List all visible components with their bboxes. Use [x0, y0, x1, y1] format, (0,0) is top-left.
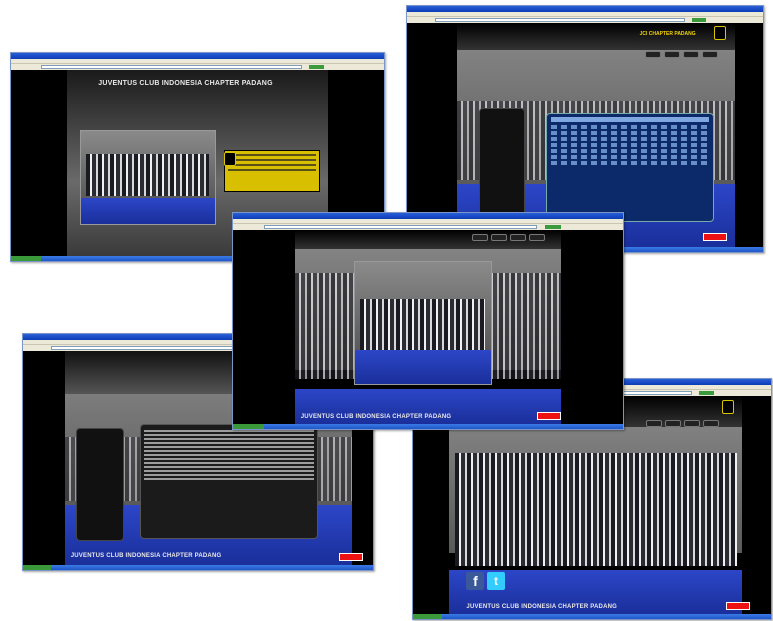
url-input[interactable] [40, 65, 302, 69]
nav-menu[interactable] [644, 51, 718, 58]
start-button[interactable] [23, 565, 51, 570]
photo-floor [80, 197, 215, 224]
facebook-icon[interactable]: f [466, 572, 485, 590]
about-text [139, 423, 318, 540]
info-box [223, 150, 320, 192]
taskbar [23, 565, 373, 570]
nav-menu[interactable] [471, 234, 545, 241]
flag-badge [536, 412, 561, 420]
gallery-stage: JUVENTUS CLUB INDONESIA CHAPTER PADANG [295, 230, 561, 424]
site-header: JCI CHAPTER PADANG [639, 31, 696, 37]
screenshot-gallery: JUVENTUS CLUB INDONESIA CHAPTER PADANG [232, 212, 624, 430]
site-footer: JUVENTUS CLUB INDONESIA CHAPTER PADANG [70, 553, 222, 559]
gallery-photo[interactable] [353, 261, 492, 386]
start-button[interactable] [11, 256, 41, 261]
go-button[interactable] [691, 18, 707, 22]
side-panel [479, 108, 526, 223]
site-footer: JUVENTUS CLUB INDONESIA CHAPTER PADANG [466, 604, 618, 610]
twitter-icon[interactable]: t [486, 572, 505, 590]
go-button[interactable] [699, 391, 714, 395]
site-footer: JUVENTUS CLUB INDONESIA CHAPTER PADANG [300, 414, 452, 420]
nav-menu[interactable] [645, 420, 719, 427]
photo-crowd [360, 298, 486, 354]
taskbar [233, 424, 623, 429]
photo-crowd [86, 154, 210, 197]
flag-badge [338, 553, 363, 561]
team-crowd [454, 452, 737, 567]
team-photo [79, 130, 216, 225]
fixtures-table [545, 112, 715, 223]
taskbar [413, 614, 771, 619]
start-button[interactable] [413, 614, 442, 619]
left-margin [11, 70, 67, 256]
go-button[interactable] [309, 65, 325, 69]
club-logo-icon [714, 26, 727, 40]
flag-badge [725, 602, 750, 610]
photo-floor [354, 349, 491, 385]
side-panel [76, 428, 125, 542]
start-button[interactable] [233, 424, 265, 429]
club-logo-icon [721, 400, 734, 414]
go-button[interactable] [545, 225, 561, 229]
page-title: JUVENTUS CLUB INDONESIA CHAPTER PADANG [98, 80, 273, 87]
url-input[interactable] [264, 225, 538, 229]
flag-badge [703, 233, 728, 241]
url-input[interactable] [435, 18, 685, 22]
club-logo-icon [223, 152, 236, 166]
table-header [550, 116, 710, 122]
page-viewport: JUVENTUS CLUB INDONESIA CHAPTER PADANG [233, 230, 623, 424]
